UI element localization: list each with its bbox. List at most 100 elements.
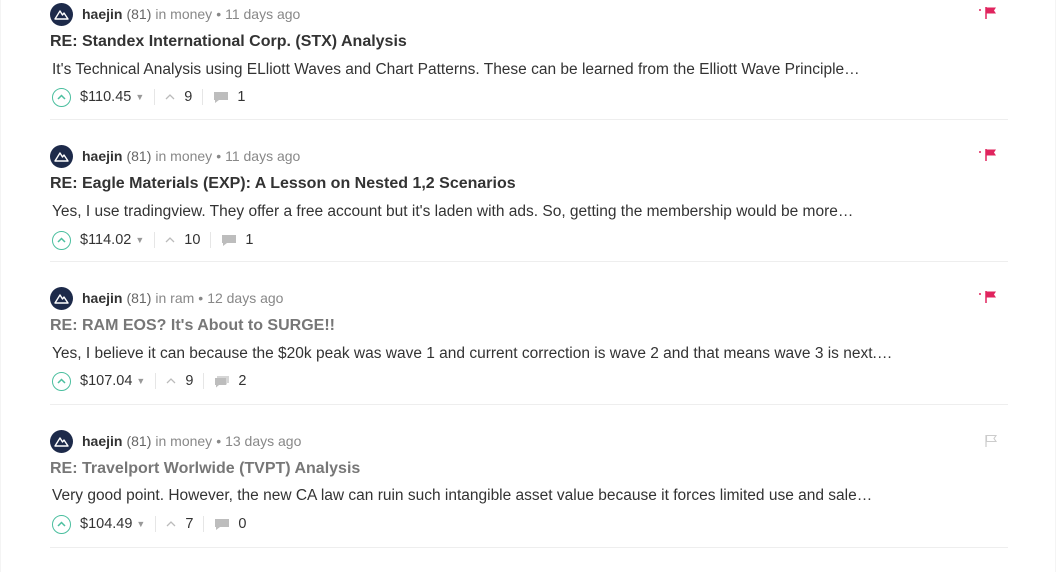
author-reputation: (81): [126, 290, 152, 306]
post-age[interactable]: 13 days ago: [225, 433, 301, 449]
post-item: haejin (81) in money • 13 days ago RE: T…: [50, 405, 1008, 548]
author-name[interactable]: haejin: [82, 433, 122, 449]
meta-separator: •: [216, 148, 222, 164]
post-age[interactable]: 12 days ago: [207, 290, 283, 306]
post-meta: haejin (81) in money • 11 days ago: [50, 2, 300, 26]
community-link[interactable]: in money: [155, 148, 212, 164]
replies-count[interactable]: 1: [213, 89, 245, 105]
community-link[interactable]: in money: [155, 433, 212, 449]
author-name[interactable]: haejin: [82, 6, 122, 22]
author-name[interactable]: haejin: [82, 148, 122, 164]
payout-value[interactable]: $107.04: [80, 373, 132, 389]
flag-icon[interactable]: [983, 6, 999, 20]
post-age[interactable]: 11 days ago: [225, 148, 300, 164]
post-body[interactable]: It's Technical Analysis using ELliott Wa…: [52, 61, 860, 79]
mountain-logo-icon: [54, 152, 69, 162]
avatar[interactable]: [50, 286, 73, 310]
post-footer: $104.49 ▼ 7 0: [52, 513, 247, 535]
post-footer: $110.45 ▼ 9 1: [52, 86, 245, 108]
post-body[interactable]: Yes, I believe it can because the $20k p…: [52, 345, 892, 363]
replies-count[interactable]: 2: [214, 373, 247, 389]
votes-number: 9: [185, 373, 194, 389]
post-body[interactable]: Yes, I use tradingview. They offer a fre…: [52, 203, 853, 221]
replies-count[interactable]: 0: [214, 516, 247, 532]
chevron-up-icon: [57, 521, 66, 527]
flag-outline-icon[interactable]: [983, 434, 999, 448]
post-title[interactable]: RE: Standex International Corp. (STX) An…: [50, 33, 407, 51]
chevron-up-icon: [166, 521, 176, 527]
mountain-logo-icon: [54, 294, 69, 304]
caret-down-icon[interactable]: ▼: [136, 519, 145, 529]
divider: [202, 89, 204, 105]
post-item: haejin (81) in money • 11 days ago RE: S…: [50, 0, 1008, 120]
votes-number: 7: [185, 516, 194, 532]
upvote-button[interactable]: [52, 230, 71, 250]
post-body[interactable]: Very good point. However, the new CA law…: [52, 487, 872, 505]
avatar[interactable]: [50, 2, 73, 26]
caret-down-icon[interactable]: ▼: [136, 376, 145, 386]
replies-number: 2: [238, 373, 247, 389]
meta-separator: •: [198, 290, 204, 306]
flag-icon[interactable]: [983, 148, 999, 162]
chevron-up-icon: [57, 94, 66, 100]
post-meta: haejin (81) in ram • 12 days ago: [50, 286, 283, 310]
author-reputation: (81): [126, 148, 152, 164]
post-item: haejin (81) in ram • 12 days ago RE: RAM…: [50, 262, 1008, 405]
comment-icon: [215, 518, 230, 530]
divider: [203, 516, 205, 532]
votes-count[interactable]: 9: [166, 373, 193, 389]
upvote-button[interactable]: [52, 87, 71, 107]
replies-number: 1: [245, 232, 254, 248]
flag-indicator-dot: [979, 151, 981, 153]
post-footer: $107.04 ▼ 9 2: [52, 370, 247, 392]
community-link[interactable]: in money: [155, 6, 212, 22]
chevron-up-icon: [57, 237, 66, 243]
payout-value[interactable]: $104.49: [80, 516, 132, 532]
divider: [155, 516, 157, 532]
page: haejin (81) in money • 11 days ago RE: S…: [1, 0, 1055, 572]
avatar[interactable]: [50, 429, 73, 453]
community-link[interactable]: in ram: [155, 290, 194, 306]
chevron-up-icon: [166, 378, 176, 384]
post-meta: haejin (81) in money • 13 days ago: [50, 429, 301, 453]
meta-separator: •: [216, 6, 222, 22]
author-name[interactable]: haejin: [82, 290, 122, 306]
flag-icon[interactable]: [983, 290, 999, 304]
post-item: haejin (81) in money • 11 days ago RE: E…: [50, 120, 1008, 262]
replies-number: 0: [238, 516, 247, 532]
divider: [210, 232, 212, 248]
upvote-button[interactable]: [52, 371, 71, 391]
avatar[interactable]: [50, 144, 73, 168]
comment-feed: haejin (81) in money • 11 days ago RE: S…: [50, 0, 1008, 548]
replies-count[interactable]: 1: [221, 232, 253, 248]
votes-count[interactable]: 10: [165, 232, 200, 248]
votes-number: 10: [184, 232, 201, 248]
comments-icon: [215, 375, 230, 387]
votes-number: 9: [184, 89, 193, 105]
chevron-up-icon: [165, 94, 175, 100]
post-title[interactable]: RE: Eagle Materials (EXP): A Lesson on N…: [50, 175, 516, 193]
replies-number: 1: [237, 89, 246, 105]
post-footer: $114.02 ▼ 10 1: [52, 229, 253, 251]
votes-count[interactable]: 9: [165, 89, 192, 105]
caret-down-icon[interactable]: ▼: [135, 92, 144, 102]
post-title[interactable]: RE: Travelport Worlwide (TVPT) Analysis: [50, 460, 360, 478]
payout-value[interactable]: $110.45: [80, 89, 131, 105]
mountain-logo-icon: [54, 10, 69, 20]
mountain-logo-icon: [54, 437, 69, 447]
post-age[interactable]: 11 days ago: [225, 6, 300, 22]
post-meta: haejin (81) in money • 11 days ago: [50, 144, 300, 168]
divider: [154, 89, 156, 105]
divider: [154, 232, 156, 248]
divider: [155, 373, 157, 389]
post-title[interactable]: RE: RAM EOS? It's About to SURGE!!: [50, 317, 335, 335]
comment-icon: [214, 91, 229, 103]
caret-down-icon[interactable]: ▼: [135, 235, 144, 245]
chevron-up-icon: [57, 378, 66, 384]
votes-count[interactable]: 7: [166, 516, 193, 532]
meta-separator: •: [216, 433, 222, 449]
flag-indicator-dot: [979, 9, 981, 11]
upvote-button[interactable]: [52, 514, 71, 534]
author-reputation: (81): [126, 6, 152, 22]
payout-value[interactable]: $114.02: [80, 232, 131, 248]
